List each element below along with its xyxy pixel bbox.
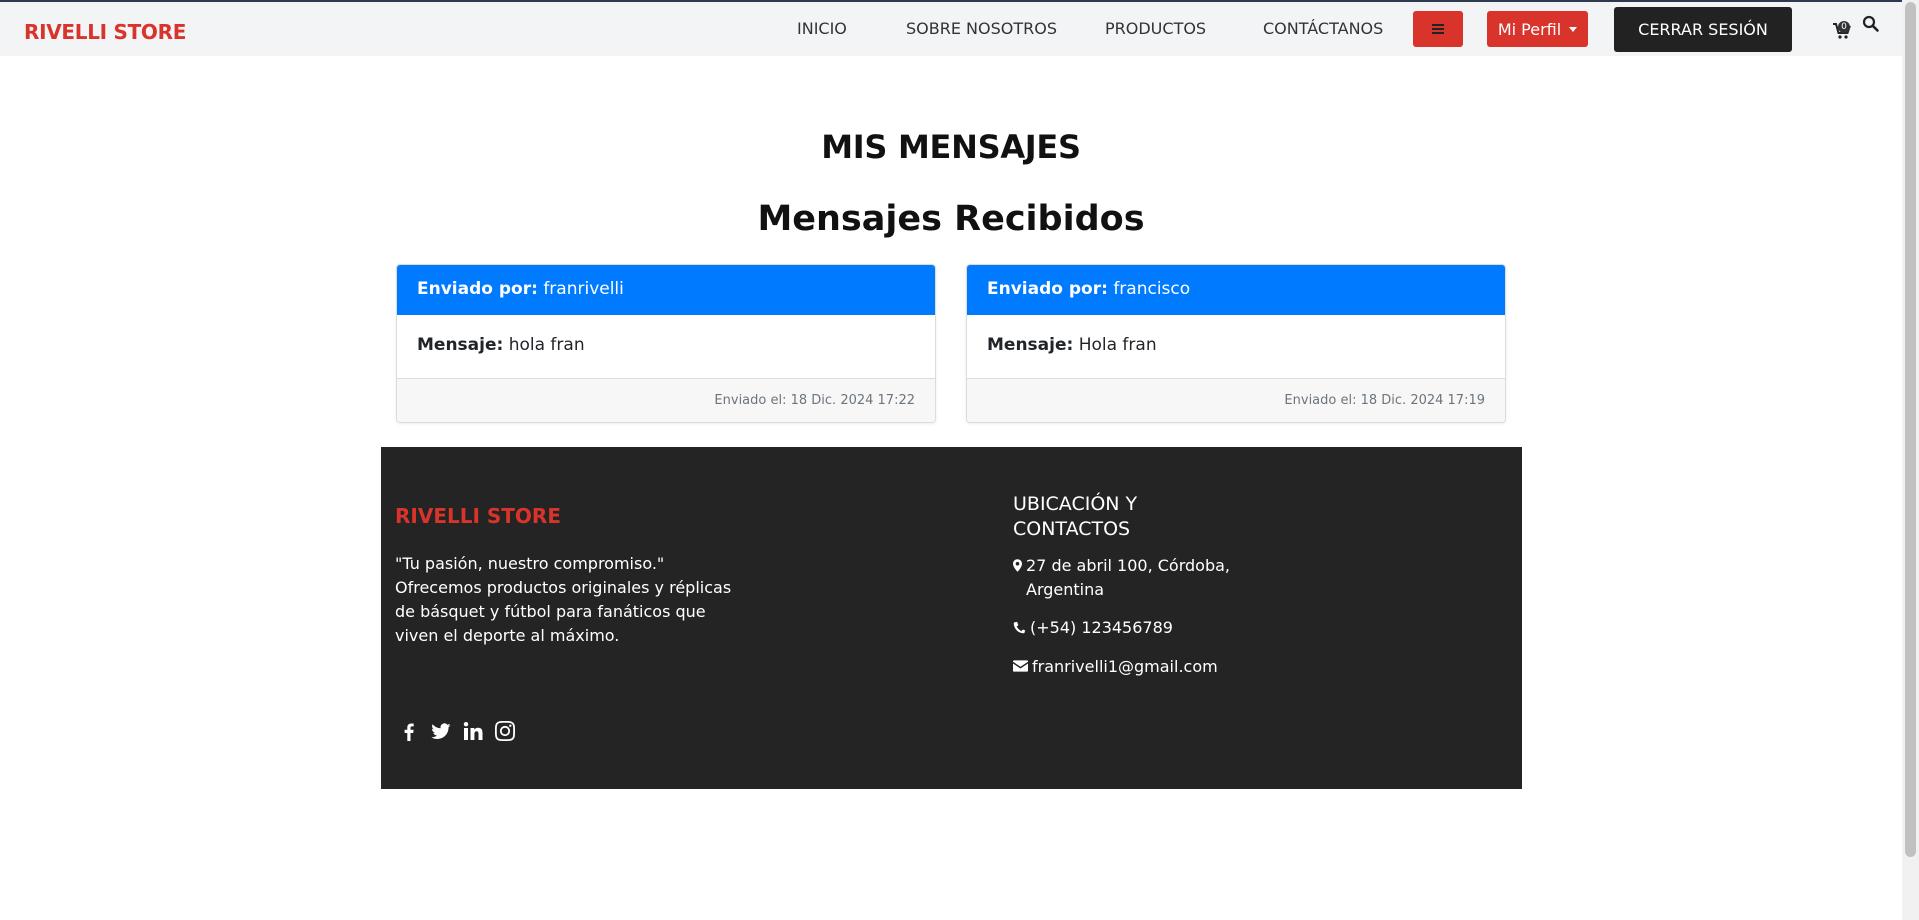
address-text: 27 de abril 100, Córdoba, Argentina: [1026, 556, 1231, 599]
profile-dropdown-button[interactable]: Mi Perfil: [1487, 11, 1588, 47]
caret-down-icon: [1569, 26, 1578, 32]
nav-link-inicio[interactable]: INICIO: [797, 19, 847, 38]
site-footer: RIVELLI STORE "Tu pasión, nuestro compro…: [381, 447, 1522, 789]
cart-count-badge: 0: [1838, 21, 1850, 33]
linkedin-icon[interactable]: [463, 721, 483, 741]
brand-logo[interactable]: RIVELLI STORE: [24, 20, 186, 44]
message-timestamp: Enviado el: 18 Dic. 2024 17:22: [397, 379, 935, 422]
section-title: Mensajes Recibidos: [757, 199, 1145, 239]
footer-description: "Tu pasión, nuestro compromiso." Ofrecem…: [395, 554, 732, 645]
sender-label: Enviado por:: [417, 279, 538, 299]
page-title: MIS MENSAJES: [821, 128, 1081, 166]
phone-icon: [1013, 621, 1026, 634]
footer-email: franrivelli1@gmail.com: [1013, 655, 1253, 679]
nav-link-sobre-nosotros[interactable]: SOBRE NOSOTROS: [906, 19, 1057, 38]
message-timestamp: Enviado el: 18 Dic. 2024 17:19: [967, 379, 1505, 422]
social-links: [399, 721, 515, 741]
footer-location-heading: UBICACIÓN Y CONTACTOS: [1013, 493, 1138, 540]
scrollbar-thumb[interactable]: [1905, 2, 1916, 857]
email-text[interactable]: franrivelli1@gmail.com: [1032, 655, 1218, 679]
message-body: Mensaje: hola fran: [397, 315, 935, 379]
message-label: Mensaje:: [987, 335, 1074, 355]
message-card: Enviado por: franrivelli Mensaje: hola f…: [396, 264, 936, 423]
facebook-icon[interactable]: [399, 721, 419, 741]
menu-button[interactable]: [1413, 11, 1463, 47]
message-body: Mensaje: Hola fran: [967, 315, 1505, 379]
footer-brand: RIVELLI STORE: [395, 504, 561, 528]
sender-label: Enviado por:: [987, 279, 1108, 299]
logout-button[interactable]: CERRAR SESIÓN: [1614, 7, 1792, 52]
nav-link-contactanos[interactable]: CONTÁCTANOS: [1263, 19, 1383, 38]
sender-name: franrivelli: [543, 279, 624, 299]
hamburger-icon: [1432, 24, 1444, 34]
message-label: Mensaje:: [417, 335, 504, 355]
sender-name: francisco: [1113, 279, 1191, 299]
navbar: RIVELLI STORE INICIO SOBRE NOSOTROS PROD…: [0, 2, 1902, 56]
message-sender-header: Enviado por: francisco: [967, 265, 1505, 315]
envelope-icon: [1013, 660, 1028, 672]
nav-link-productos[interactable]: PRODUCTOS: [1105, 19, 1206, 38]
footer-phone: (+54) 123456789: [1013, 616, 1253, 640]
message-card: Enviado por: francisco Mensaje: Hola fra…: [966, 264, 1506, 423]
message-sender-header: Enviado por: franrivelli: [397, 265, 935, 315]
phone-text: (+54) 123456789: [1030, 618, 1173, 637]
twitter-icon[interactable]: [431, 721, 451, 741]
footer-address: 27 de abril 100, Córdoba, Argentina: [1013, 554, 1253, 602]
message-text: Hola fran: [1078, 335, 1157, 355]
message-text: hola fran: [508, 335, 585, 355]
instagram-icon[interactable]: [495, 721, 515, 741]
map-marker-icon: [1013, 559, 1022, 572]
profile-label: Mi Perfil: [1497, 19, 1562, 39]
search-icon[interactable]: [1862, 15, 1880, 33]
